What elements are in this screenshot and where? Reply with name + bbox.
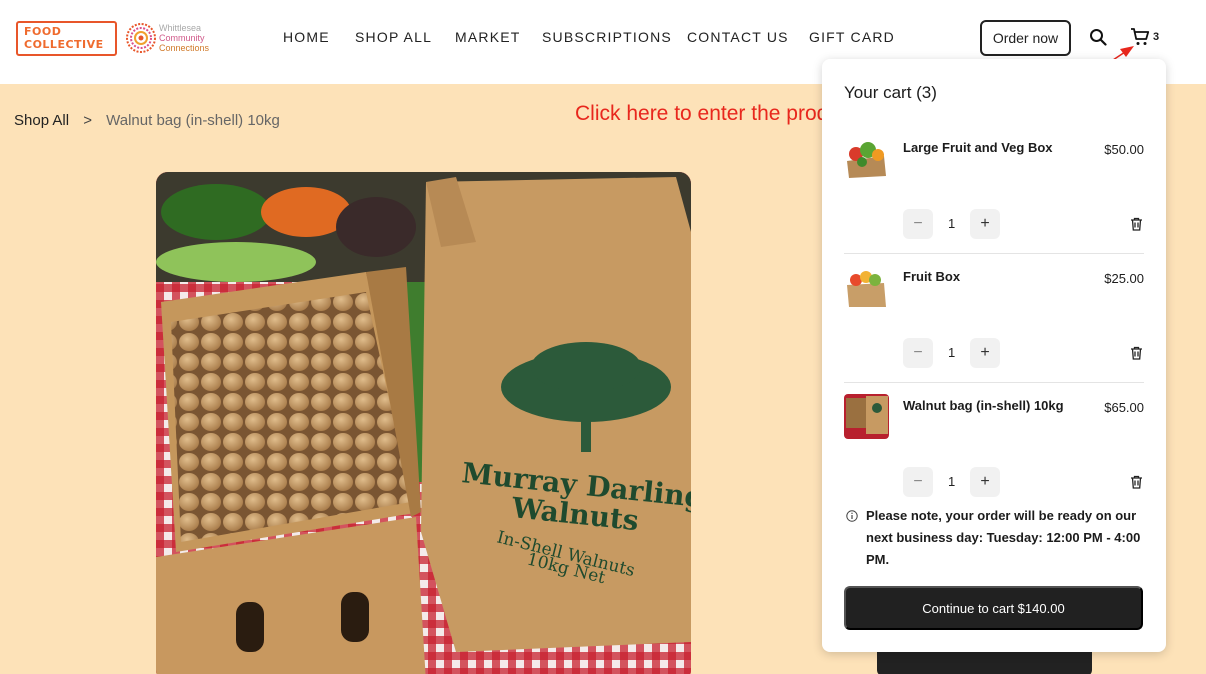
- decrease-quantity-button[interactable]: −: [903, 209, 933, 239]
- product-thumbnail[interactable]: [844, 265, 889, 310]
- breadcrumb-current: Walnut bag (in-shell) 10kg: [106, 112, 280, 129]
- nav-contact-us[interactable]: CONTACT US: [687, 29, 789, 45]
- nav-shop-all[interactable]: SHOP ALL: [355, 29, 432, 45]
- logo-line-2: COLLECTIVE: [24, 38, 104, 51]
- continue-to-cart-button[interactable]: Continue to cart $140.00: [844, 586, 1143, 630]
- cart-item: Fruit Box $25.00 − 1 +: [844, 254, 1144, 383]
- nav-home[interactable]: HOME: [283, 29, 330, 45]
- logo-text-line-3: Connections: [159, 43, 210, 53]
- cart-item-price: $65.00: [1104, 400, 1144, 415]
- cart-item: Walnut bag (in-shell) 10kg $65.00 − 1 +: [844, 383, 1144, 512]
- logo-text-line-1: Whittlesea: [159, 23, 202, 33]
- cart-item-name[interactable]: Large Fruit and Veg Box: [903, 140, 1053, 155]
- walnut-bag-thumbnail-icon: [844, 394, 889, 439]
- product-thumbnail[interactable]: [844, 394, 889, 439]
- quantity-value[interactable]: 1: [948, 345, 955, 360]
- logo-text-line-2: Community: [159, 33, 205, 43]
- walnut-photo-illustration: Murray Darling Walnuts In-Shell Walnuts …: [156, 172, 691, 674]
- info-icon: [846, 510, 858, 522]
- fruit-box-thumbnail-icon: [844, 265, 889, 310]
- cart-count-badge: 3: [1153, 31, 1160, 43]
- logo-line-1: FOOD: [24, 25, 62, 38]
- increase-quantity-button[interactable]: +: [970, 338, 1000, 368]
- cart-item: Large Fruit and Veg Box $50.00 − 1 +: [844, 125, 1144, 254]
- trash-icon[interactable]: [1130, 346, 1143, 360]
- trash-icon[interactable]: [1130, 475, 1143, 489]
- fruit-veg-box-thumbnail-icon: [844, 136, 889, 181]
- nav-gift-card[interactable]: GIFT CARD: [809, 29, 895, 45]
- cart-item-price: $50.00: [1104, 142, 1144, 157]
- quantity-value[interactable]: 1: [948, 216, 955, 231]
- cart-item-price: $25.00: [1104, 271, 1144, 286]
- breadcrumb: Shop All > Walnut bag (in-shell) 10kg: [14, 112, 280, 129]
- decrease-quantity-button[interactable]: −: [903, 338, 933, 368]
- trash-icon[interactable]: [1130, 217, 1143, 231]
- nav-market[interactable]: MARKET: [455, 29, 521, 45]
- decrease-quantity-button[interactable]: −: [903, 467, 933, 497]
- breadcrumb-shop-all[interactable]: Shop All: [14, 112, 69, 129]
- increase-quantity-button[interactable]: +: [970, 209, 1000, 239]
- quantity-value[interactable]: 1: [948, 474, 955, 489]
- cart-item-name[interactable]: Walnut bag (in-shell) 10kg: [903, 398, 1064, 413]
- cart-item-name[interactable]: Fruit Box: [903, 269, 960, 284]
- logo-text: Whittlesea Community Connections: [159, 23, 209, 53]
- whittlesea-community-connections-logo[interactable]: Whittlesea Community Connections: [125, 20, 220, 56]
- product-thumbnail[interactable]: [844, 136, 889, 181]
- product-image: Murray Darling Walnuts In-Shell Walnuts …: [156, 172, 691, 674]
- cart-title: Your cart (3): [844, 83, 937, 102]
- cart-panel: Your cart (3) Large Fruit and Veg Box $5…: [822, 59, 1166, 652]
- breadcrumb-separator: >: [83, 112, 92, 129]
- increase-quantity-button[interactable]: +: [970, 467, 1000, 497]
- sunburst-logo-icon: [126, 23, 156, 53]
- food-collective-logo[interactable]: FOOD COLLECTIVE: [16, 21, 117, 56]
- pickup-note: Please note, your order will be ready on…: [844, 505, 1149, 571]
- nav-subscriptions[interactable]: SUBSCRIPTIONS: [542, 29, 672, 45]
- pickup-note-text: Please note, your order will be ready on…: [866, 508, 1141, 567]
